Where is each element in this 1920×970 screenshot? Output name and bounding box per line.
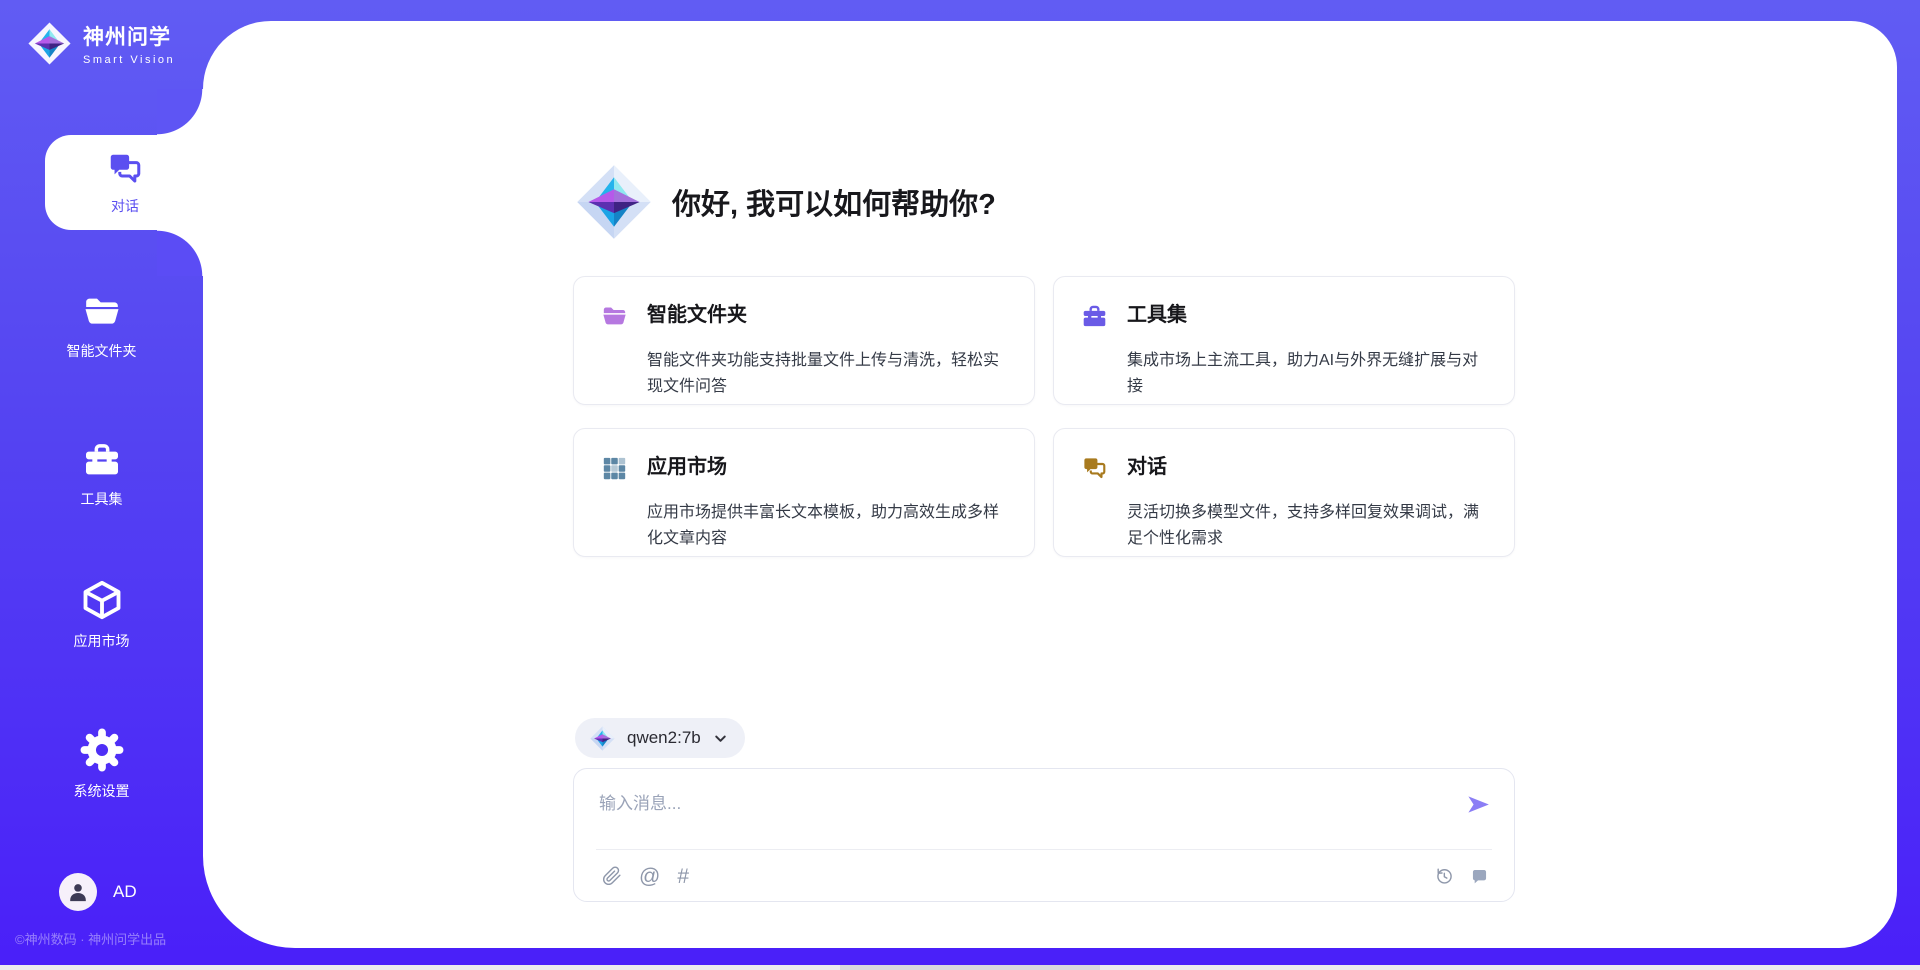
folder-icon — [601, 303, 647, 339]
brand-name: 神州问学 — [83, 21, 175, 51]
card-app-market[interactable]: 应用市场 应用市场提供丰富长文本模板，助力高效生成多样化文章内容 — [573, 428, 1035, 557]
sidebar-item-app-market[interactable]: 应用市场 — [0, 578, 203, 651]
greeting: 你好, 我可以如何帮助你? — [573, 161, 996, 243]
history-icon[interactable] — [1434, 866, 1454, 886]
card-description: 智能文件夹功能支持批量文件上传与清洗，轻松实现文件问答 — [647, 348, 1008, 404]
scrollbar-thumb[interactable] — [840, 965, 1100, 970]
message-composer: @ # — [573, 768, 1515, 902]
card-description: 集成市场上主流工具，助力AI与外界无缝扩展与对接 — [1127, 348, 1488, 404]
user-name: AD — [113, 882, 137, 902]
composer-toolbar: @ # — [602, 850, 1490, 902]
sidebar-item-label: 智能文件夹 — [67, 341, 137, 361]
user-account[interactable]: AD — [59, 873, 137, 911]
brand-subtitle: Smart Vision — [83, 54, 175, 66]
card-title: 智能文件夹 — [647, 302, 1008, 339]
mention-icon[interactable]: @ — [639, 866, 660, 887]
sidebar-item-toolset[interactable]: 工具集 — [0, 440, 203, 509]
sidebar-item-label: 系统设置 — [74, 781, 130, 801]
send-icon[interactable] — [1465, 791, 1492, 823]
card-title: 工具集 — [1127, 302, 1488, 339]
model-name: qwen2:7b — [627, 728, 701, 748]
sidebar-item-chat[interactable]: 对话 — [45, 135, 205, 230]
card-smart-folder[interactable]: 智能文件夹 智能文件夹功能支持批量文件上传与清洗，轻松实现文件问答 — [573, 276, 1035, 405]
tab-connector-top — [157, 89, 203, 135]
folder-icon — [82, 292, 122, 332]
attachment-icon[interactable] — [602, 866, 622, 886]
grid-icon — [601, 455, 647, 491]
toolbox-icon — [1081, 303, 1127, 339]
chevron-down-icon — [712, 730, 729, 747]
card-description: 应用市场提供丰富长文本模板，助力高效生成多样化文章内容 — [647, 500, 1008, 556]
chat-bubbles-icon — [1081, 455, 1127, 491]
greeting-diamond-icon — [573, 161, 655, 243]
hashtag-icon[interactable]: # — [677, 866, 689, 887]
model-diamond-icon — [589, 725, 616, 752]
main-content: 你好, 我可以如何帮助你? 智能文件夹 智能文件夹功能支持批量文件上传与清洗，轻… — [573, 21, 1515, 948]
sidebar-item-label: 对话 — [111, 196, 139, 216]
model-selector[interactable]: qwen2:7b — [575, 718, 745, 758]
card-description: 灵活切换多模型文件，支持多样回复效果调试，满足个性化需求 — [1127, 500, 1488, 556]
avatar — [59, 873, 97, 911]
greeting-title: 你好, 我可以如何帮助你? — [672, 181, 996, 223]
tab-connector-bottom — [157, 230, 203, 276]
chat-bubbles-icon — [106, 150, 144, 188]
message-input[interactable] — [599, 789, 1429, 841]
card-title: 对话 — [1127, 454, 1488, 491]
copyright-footer: ©神州数码 · 神州问学出品 — [15, 929, 166, 948]
cube-icon — [80, 578, 124, 622]
sidebar-item-smart-folder[interactable]: 智能文件夹 — [0, 292, 203, 361]
card-chat[interactable]: 对话 灵活切换多模型文件，支持多样回复效果调试，满足个性化需求 — [1053, 428, 1515, 557]
brand-logo[interactable]: 神州问学 Smart Vision — [26, 20, 175, 67]
gear-icon — [80, 728, 124, 772]
brand-diamond-icon — [26, 20, 73, 67]
sidebar-item-settings[interactable]: 系统设置 — [0, 728, 203, 801]
main-panel: 你好, 我可以如何帮助你? 智能文件夹 智能文件夹功能支持批量文件上传与清洗，轻… — [203, 21, 1897, 948]
sidebar-item-label: 工具集 — [81, 489, 123, 509]
comment-bubble-icon[interactable] — [1469, 866, 1490, 887]
card-title: 应用市场 — [647, 454, 1008, 491]
toolbox-icon — [82, 440, 122, 480]
sidebar-item-label: 应用市场 — [74, 631, 130, 651]
app-window: 神州问学 Smart Vision 对话 智能文件夹 工具集 — [0, 0, 1920, 970]
horizontal-scrollbar[interactable] — [0, 965, 1920, 970]
card-toolset[interactable]: 工具集 集成市场上主流工具，助力AI与外界无缝扩展与对接 — [1053, 276, 1515, 405]
feature-cards: 智能文件夹 智能文件夹功能支持批量文件上传与清洗，轻松实现文件问答 工具集 集成… — [573, 276, 1515, 557]
